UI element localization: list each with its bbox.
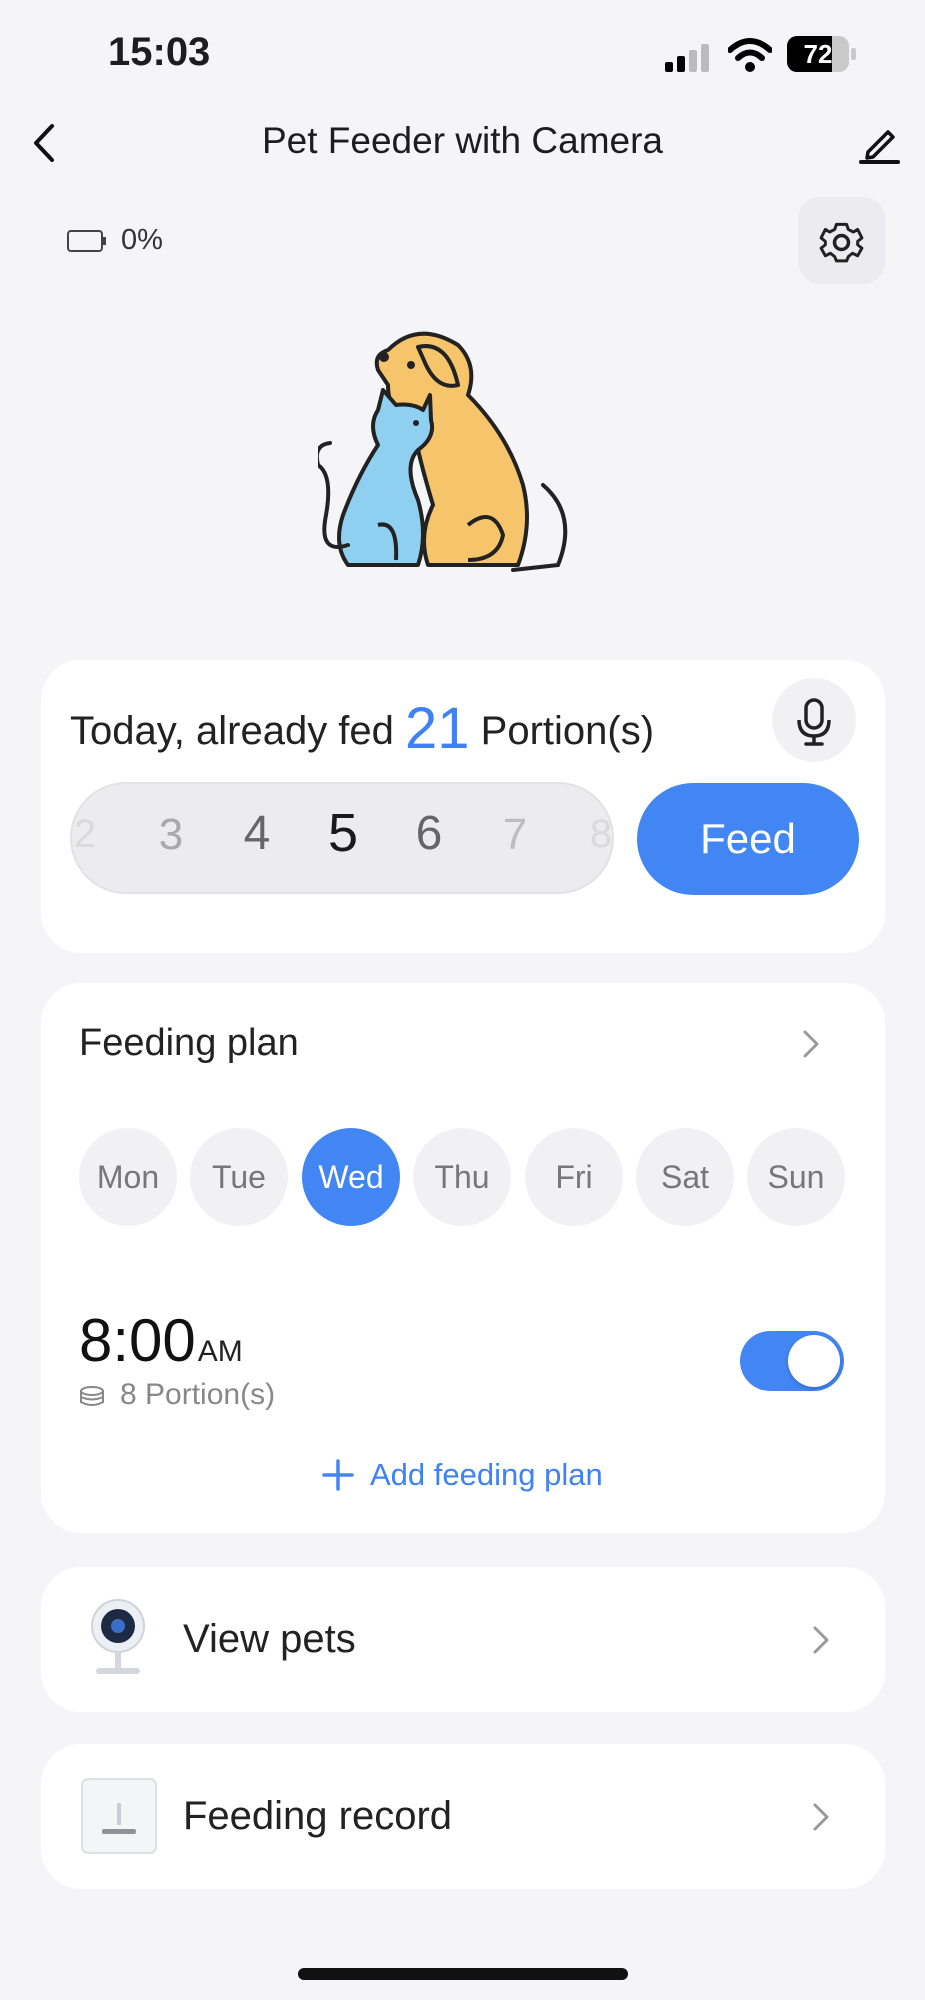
- day-sun[interactable]: Sun: [747, 1128, 845, 1226]
- status-battery-icon: 72: [787, 36, 857, 74]
- portion-option[interactable]: 8: [590, 812, 612, 857]
- fed-summary: Today, already fed 21 Portion(s): [70, 695, 654, 762]
- day-mon[interactable]: Mon: [79, 1128, 177, 1226]
- day-sat[interactable]: Sat: [636, 1128, 734, 1226]
- schedule-portions: 8 Portion(s): [120, 1378, 276, 1411]
- feeding-record-label: Feeding record: [183, 1794, 453, 1838]
- schedule-time[interactable]: 8:00AM: [79, 1306, 243, 1375]
- device-battery-level: 0%: [121, 224, 163, 256]
- status-time: 15:03: [108, 30, 211, 74]
- feeder-device-icon: [80, 1777, 158, 1855]
- portion-option[interactable]: 2: [74, 812, 96, 857]
- day-wed[interactable]: Wed: [302, 1128, 400, 1226]
- toggle-knob: [788, 1335, 840, 1387]
- portion-option[interactable]: 3: [159, 810, 183, 860]
- portion-option-selected[interactable]: 5: [328, 802, 358, 864]
- cellular-signal-icon: [665, 44, 709, 72]
- add-feeding-plan-button[interactable]: Add feeding plan: [322, 1455, 603, 1495]
- status-battery-level: 72: [803, 39, 833, 69]
- day-thu[interactable]: Thu: [413, 1128, 511, 1226]
- wifi-icon: [727, 38, 773, 72]
- chevron-right-icon[interactable]: [810, 1801, 832, 1833]
- plus-icon: [322, 1459, 354, 1491]
- feed-button[interactable]: Feed: [637, 783, 859, 895]
- gear-icon: [819, 222, 864, 263]
- home-indicator: [298, 1968, 628, 1980]
- feeding-plan-title[interactable]: Feeding plan: [79, 1022, 299, 1065]
- view-pets-row[interactable]: [41, 1567, 885, 1712]
- fed-count: 21: [405, 696, 470, 761]
- voice-button[interactable]: [772, 678, 856, 762]
- schedule-time-value: 8:00: [79, 1307, 196, 1374]
- portion-picker[interactable]: 2 3 4 5 6 7 8: [70, 782, 614, 894]
- portion-option[interactable]: 4: [244, 806, 271, 861]
- schedule-period: AM: [197, 1335, 243, 1368]
- schedule-toggle[interactable]: [740, 1331, 844, 1391]
- mic-icon: [797, 698, 831, 746]
- battery-icon: [66, 229, 108, 253]
- day-tue[interactable]: Tue: [190, 1128, 288, 1226]
- day-fri[interactable]: Fri: [525, 1128, 623, 1226]
- settings-button[interactable]: [798, 197, 885, 284]
- edit-pencil-icon[interactable]: [858, 122, 900, 164]
- portion-bowl-icon: [79, 1385, 105, 1409]
- page-title: Pet Feeder with Camera: [261, 120, 663, 161]
- fed-suffix: Portion(s): [480, 709, 655, 753]
- view-pets-label: View pets: [183, 1617, 356, 1661]
- pet-illustration: [314, 325, 608, 585]
- add-feeding-plan-label: Add feeding plan: [370, 1457, 603, 1492]
- chevron-right-icon[interactable]: [810, 1624, 832, 1656]
- feeding-plan-card: [41, 983, 885, 1533]
- feeding-record-row[interactable]: [41, 1744, 885, 1889]
- camera-device-icon: [88, 1598, 148, 1680]
- chevron-right-icon[interactable]: [800, 1028, 822, 1060]
- portion-option[interactable]: 7: [503, 810, 527, 860]
- portion-option[interactable]: 6: [416, 806, 443, 861]
- fed-prefix: Today, already fed: [70, 709, 394, 753]
